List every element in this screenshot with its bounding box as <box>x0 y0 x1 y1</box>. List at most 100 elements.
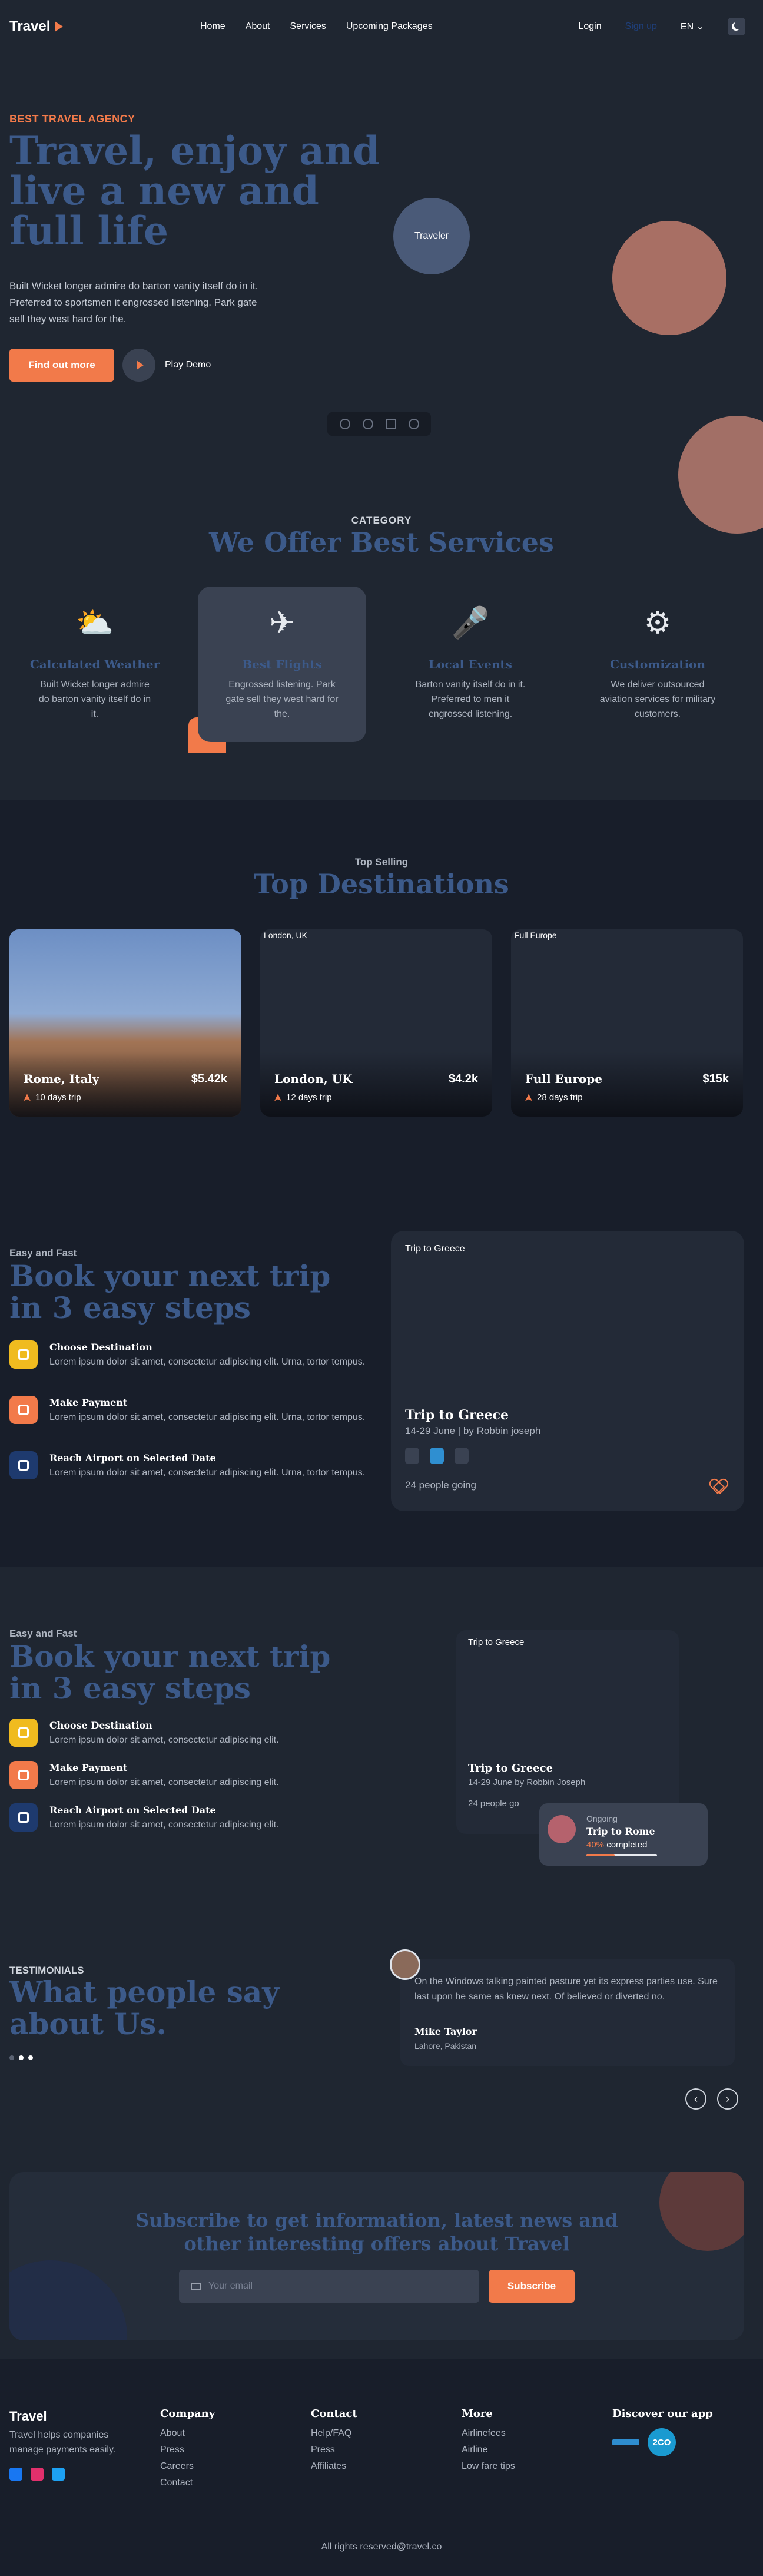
moon-icon <box>734 21 742 29</box>
find-out-more-button[interactable]: Find out more <box>9 349 114 382</box>
services-title: We Offer Best Services <box>209 527 554 558</box>
ongoing-title: Trip to Rome <box>586 1826 655 1837</box>
footer-link[interactable]: Affiliates <box>311 2461 357 2472</box>
steps-eyebrow: Easy and Fast <box>9 1247 77 1259</box>
step-name: Choose Destination <box>49 1720 152 1731</box>
trip-image-alt: Trip to Greece <box>468 1637 525 1647</box>
service-card-events[interactable]: 🎤 Local Events Barton vanity itself do i… <box>386 587 555 742</box>
trip-card[interactable]: Trip to Greece <box>391 1231 744 1511</box>
nav-link-services[interactable]: Services <box>290 21 326 32</box>
destination-image-alt: London, UK <box>264 931 307 940</box>
footer-link[interactable]: Airline <box>462 2445 515 2455</box>
nav-link-upcoming-packages[interactable]: Upcoming Packages <box>346 21 433 32</box>
payment-icon <box>9 1396 38 1424</box>
step-item: Make Payment Lorem ipsum dolor sit amet, … <box>9 1761 374 1790</box>
carousel-dot[interactable] <box>28 2055 33 2060</box>
filter-icon[interactable] <box>385 419 396 429</box>
trip-subtitle: 14-29 June | by Robbin joseph <box>405 1425 541 1436</box>
play-demo-button[interactable]: Play Demo <box>122 349 211 382</box>
send-icon[interactable] <box>455 1448 469 1464</box>
signup-link[interactable]: Sign up <box>625 21 657 32</box>
footer-link[interactable]: Help/FAQ <box>311 2428 357 2439</box>
brand-logo[interactable]: Travel <box>9 18 64 35</box>
play-demo-label: Play Demo <box>165 360 211 370</box>
logo-triangle-icon <box>55 21 64 32</box>
hero-image: Traveler <box>393 198 470 274</box>
destination-trip: 28 days trip <box>525 1092 583 1102</box>
destination-icon <box>9 1719 38 1747</box>
search-icon[interactable] <box>362 419 373 429</box>
service-name: Calculated Weather <box>29 657 160 671</box>
weather-icon: ⛅ <box>75 606 114 640</box>
google-play-badge[interactable] <box>612 2439 639 2445</box>
trip-subtitle: 14-29 June by Robbin Joseph <box>468 1777 586 1787</box>
decor-circle <box>9 2260 127 2340</box>
footer-link[interactable]: Press <box>311 2445 357 2455</box>
footer-link[interactable]: Airlinefees <box>462 2428 515 2439</box>
settings-icon[interactable] <box>408 419 419 429</box>
footer-link[interactable]: Careers <box>160 2461 215 2472</box>
step-item: Make Payment Lorem ipsum dolor sit amet, … <box>9 1396 374 1425</box>
hero-title: Travel, enjoy and live a new and full li… <box>9 128 380 254</box>
social-links <box>9 2468 65 2481</box>
footer-link[interactable]: Press <box>160 2445 215 2455</box>
email-field[interactable]: Your email <box>179 2270 479 2303</box>
chevron-right-icon[interactable]: › <box>717 2088 738 2110</box>
floating-toolbar <box>327 412 431 436</box>
service-card-flights[interactable]: ✈ Best Flights Engrossed listening. Park… <box>198 587 366 742</box>
heart-icon[interactable] <box>710 1479 725 1494</box>
login-link[interactable]: Login <box>578 21 601 32</box>
progress-percent: 40% <box>586 1840 605 1850</box>
footer-column-contact: Contact Help/FAQ Press Affiliates <box>311 2408 357 2478</box>
decor-circle <box>612 221 726 335</box>
carousel-dot-active[interactable] <box>19 2055 24 2060</box>
progress-label: completed <box>606 1840 648 1850</box>
theme-toggle[interactable] <box>728 18 745 35</box>
plane-icon <box>24 1094 31 1101</box>
app-store-badge[interactable]: 2CO <box>648 2428 676 2456</box>
service-card-customization[interactable]: ⚙ Customization We deliver outsourced av… <box>573 587 742 742</box>
step-item: Choose Destination Lorem ipsum dolor sit … <box>9 1719 374 1747</box>
footer-link[interactable]: Contact <box>160 2478 215 2488</box>
service-desc: Barton vanity itself do in it. Preferred… <box>415 680 526 719</box>
footer-column-apps: Discover our app 2CO <box>612 2408 713 2456</box>
fire-icon[interactable] <box>339 419 350 429</box>
chevron-left-icon[interactable]: ‹ <box>685 2088 706 2110</box>
facebook-icon[interactable] <box>9 2468 22 2481</box>
destination-name: Full Europe <box>525 1072 602 1086</box>
play-icon <box>137 360 144 370</box>
instagram-icon[interactable] <box>31 2468 44 2481</box>
footer-link[interactable]: About <box>160 2428 215 2439</box>
language-label: EN <box>680 22 694 32</box>
language-select[interactable]: EN ⌄ <box>681 21 704 32</box>
microphone-icon: 🎤 <box>451 606 490 640</box>
map-icon[interactable] <box>430 1448 444 1464</box>
step-name: Make Payment <box>49 1397 128 1408</box>
footer-description: Travel helps companies manage payments e… <box>9 2430 116 2455</box>
ongoing-trip-card[interactable]: Ongoing Trip to Rome 40% completed <box>539 1803 708 1866</box>
plane-icon <box>525 1094 532 1101</box>
progress-fill <box>586 1854 615 1856</box>
step-desc: Lorem ipsum dolor sit amet, consectetur … <box>49 1820 279 1830</box>
twitter-icon[interactable] <box>52 2468 65 2481</box>
destinations-eyebrow: Top Selling <box>354 856 409 868</box>
trip-length: 10 days trip <box>35 1092 81 1102</box>
destination-card[interactable]: Full Europe Full Europe $15k 28 days tri… <box>511 929 743 1117</box>
step-name: Choose Destination <box>49 1342 152 1353</box>
play-circle <box>122 349 155 382</box>
services-eyebrow: CATEGORY <box>351 515 412 526</box>
carousel-dot[interactable] <box>9 2055 14 2060</box>
footer-link[interactable]: Low fare tips <box>462 2461 515 2472</box>
destination-card[interactable]: London, UK London, UK $4.2k 12 days trip <box>260 929 492 1117</box>
destination-card[interactable]: Rome, Italy $5.42k 10 days trip <box>9 929 241 1117</box>
nav-link-about[interactable]: About <box>246 21 270 32</box>
service-card-weather[interactable]: ⛅ Calculated Weather Built Wicket longer… <box>11 587 179 742</box>
leaf-icon[interactable] <box>405 1448 419 1464</box>
brand-name: Travel <box>9 18 51 34</box>
destination-trip: 10 days trip <box>24 1092 81 1102</box>
subscribe-button[interactable]: Subscribe <box>489 2270 575 2303</box>
destination-price: $4.2k <box>448 1072 478 1085</box>
top-navbar: Travel Home About Services Upcoming Pack… <box>0 0 763 53</box>
steps-title: Book your next trip in 3 easy steps <box>9 1639 331 1706</box>
nav-link-home[interactable]: Home <box>200 21 225 32</box>
